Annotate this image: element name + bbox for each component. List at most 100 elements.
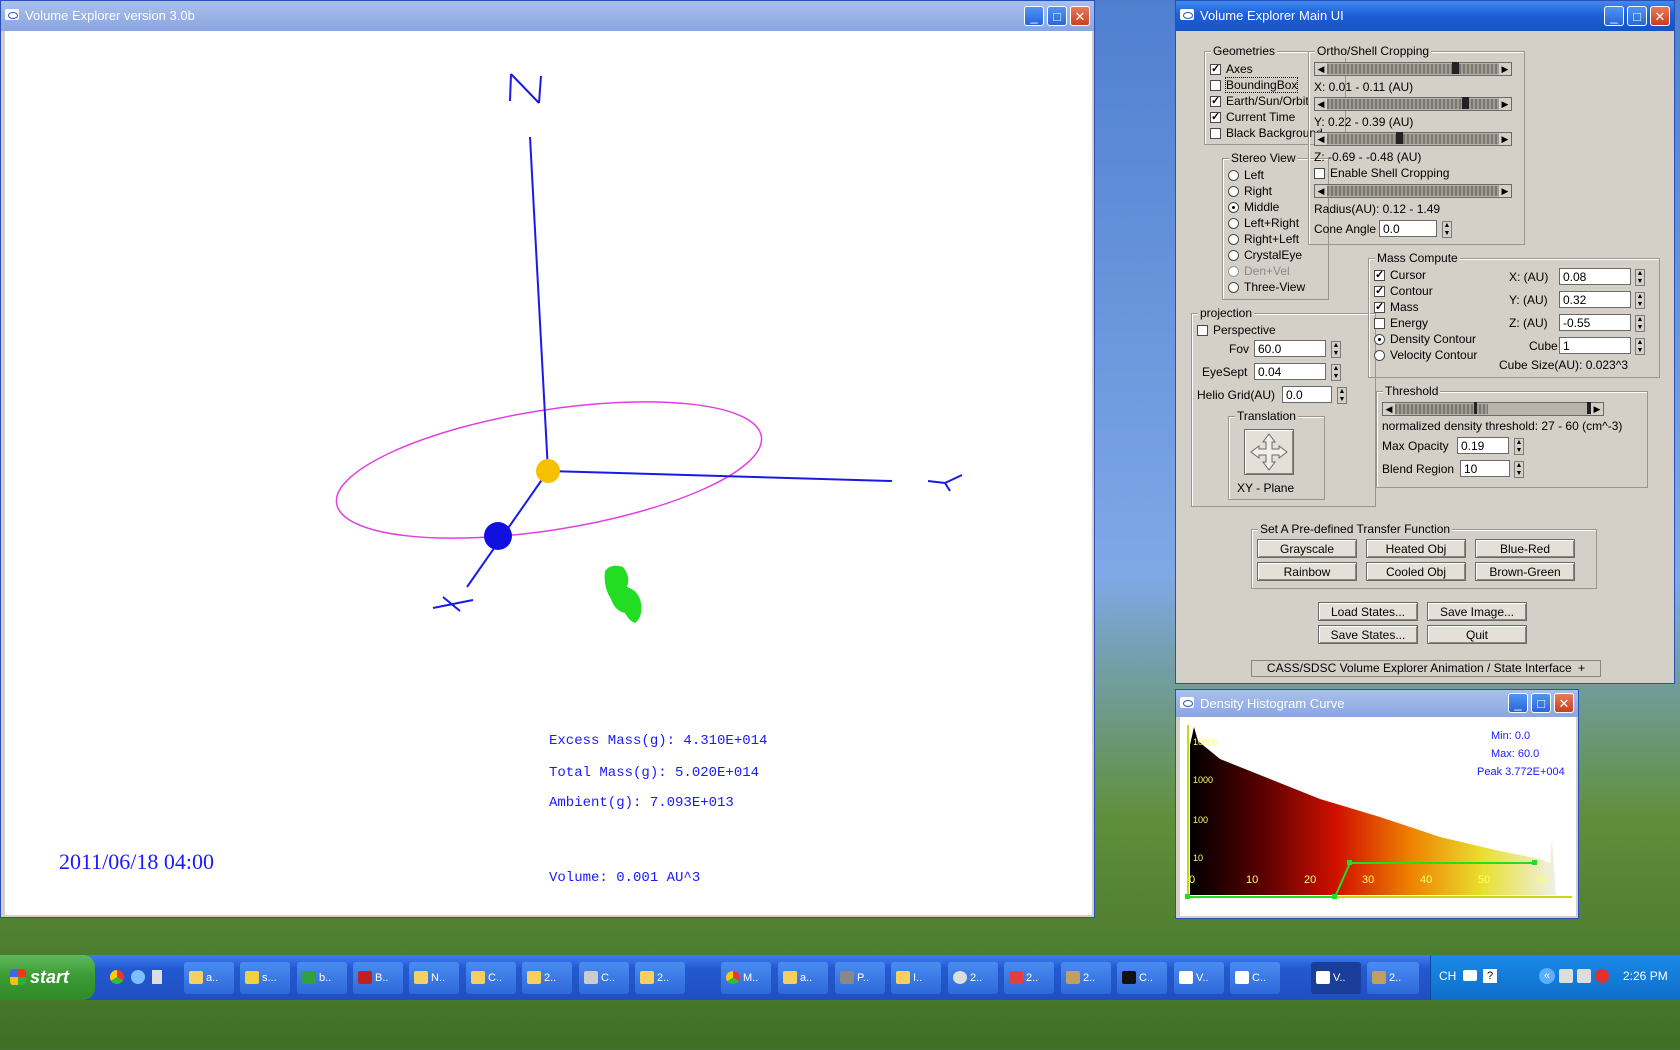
- start-button[interactable]: start: [0, 955, 95, 1000]
- slider-left-arrow-icon[interactable]: ◀: [1315, 133, 1327, 145]
- eyesept-spinner[interactable]: ▲ ▼: [1331, 364, 1341, 381]
- checkbox-energy[interactable]: Energy: [1374, 316, 1428, 330]
- mass-y-field[interactable]: 0.32: [1559, 291, 1631, 308]
- mass-y-spinner[interactable]: ▲ ▼: [1635, 292, 1645, 309]
- quit-button[interactable]: Quit: [1427, 625, 1527, 644]
- slider-right-arrow-icon[interactable]: ▶: [1499, 63, 1511, 75]
- slider-left-arrow-icon[interactable]: ◀: [1315, 185, 1327, 197]
- histogram-canvas[interactable]: 10000 1000 100 10 0 10 20 30 40 50 60 Mi…: [1180, 717, 1576, 916]
- taskbar-item-folder[interactable]: I..: [891, 962, 941, 994]
- save-image-button[interactable]: Save Image...: [1427, 602, 1527, 621]
- checkbox-earth-sun-orbit[interactable]: Earth/Sun/Orbit: [1210, 94, 1309, 108]
- expand-plus-icon[interactable]: +: [1578, 661, 1585, 675]
- radio-icon[interactable]: [1228, 186, 1239, 197]
- animation-interface-bar[interactable]: CASS/SDSC Volume Explorer Animation / St…: [1251, 660, 1601, 677]
- save-states-button[interactable]: Save States...: [1318, 625, 1418, 644]
- slider-right-arrow-icon[interactable]: ▶: [1499, 185, 1511, 197]
- checkbox-icon[interactable]: [1374, 300, 1385, 313]
- radio-left[interactable]: Left: [1228, 168, 1264, 182]
- radio-icon[interactable]: [1374, 334, 1385, 345]
- taskbar-item-folder[interactable]: 2..: [522, 962, 572, 994]
- checkbox-icon[interactable]: [1374, 268, 1385, 281]
- minimize-button[interactable]: _: [1024, 6, 1044, 26]
- eyesept-field[interactable]: 0.04: [1254, 363, 1326, 380]
- main-ui-titlebar[interactable]: Volume Explorer Main UI _ □ ✕: [1176, 1, 1674, 31]
- maximize-button[interactable]: □: [1627, 6, 1647, 26]
- radio-velocity-contour[interactable]: Velocity Contour: [1374, 348, 1477, 362]
- checkbox-cursor[interactable]: Cursor: [1374, 268, 1426, 282]
- blue-red-button[interactable]: Blue-Red: [1475, 539, 1575, 558]
- checkbox-mass[interactable]: Mass: [1374, 300, 1419, 314]
- tray-app-icon[interactable]: [1559, 969, 1573, 983]
- taskbar-item-app[interactable]: P..: [835, 962, 885, 994]
- taskbar-item-filezilla[interactable]: B..: [353, 962, 403, 994]
- grayscale-button[interactable]: Grayscale: [1257, 539, 1357, 558]
- slider-left-arrow-icon[interactable]: ◀: [1315, 63, 1327, 75]
- cone-angle-field[interactable]: 0.0: [1379, 220, 1437, 237]
- radio-density-contour[interactable]: Density Contour: [1374, 332, 1476, 346]
- helio-grid-field[interactable]: 0.0: [1282, 386, 1332, 403]
- radius-crop-slider[interactable]: ◀ ▶: [1314, 184, 1512, 198]
- taskbar-item-app[interactable]: C..: [1230, 962, 1280, 994]
- blend-region-field[interactable]: 10: [1460, 460, 1510, 477]
- checkbox-axes[interactable]: Axes: [1210, 62, 1253, 76]
- cone-angle-spinner[interactable]: ▲ ▼: [1442, 221, 1452, 238]
- keyboard-icon[interactable]: [1463, 970, 1477, 981]
- mass-x-field[interactable]: 0.08: [1559, 268, 1631, 285]
- tray-shield-icon[interactable]: [1595, 969, 1609, 983]
- visualizer-titlebar[interactable]: Volume Explorer version 3.0b _ □ ✕: [1, 1, 1094, 31]
- histogram-titlebar[interactable]: Density Histogram Curve _ □ ✕: [1176, 690, 1578, 717]
- radio-icon[interactable]: [1228, 234, 1239, 245]
- language-indicator[interactable]: CH: [1439, 969, 1456, 983]
- taskbar-item-app[interactable]: b..: [297, 962, 347, 994]
- y-crop-slider[interactable]: ◀ ▶: [1314, 97, 1512, 111]
- checkbox-enable-shell[interactable]: Enable Shell Cropping: [1314, 166, 1449, 180]
- maximize-button[interactable]: □: [1047, 6, 1067, 26]
- taskbar-item-folder[interactable]: a..: [778, 962, 828, 994]
- taskbar-item-app[interactable]: 2..: [1004, 962, 1054, 994]
- max-opacity-field[interactable]: 0.19: [1457, 437, 1509, 454]
- clock[interactable]: 2:26 PM: [1623, 969, 1668, 983]
- close-button[interactable]: ✕: [1070, 6, 1090, 26]
- taskbar-item-folder[interactable]: 2..: [635, 962, 685, 994]
- radio-right[interactable]: Right: [1228, 184, 1272, 198]
- expand-tray-icon[interactable]: «: [1539, 968, 1555, 984]
- quicklaunch-chrome-icon[interactable]: [110, 970, 124, 984]
- heated-obj-button[interactable]: Heated Obj: [1366, 539, 1466, 558]
- help-icon[interactable]: ?: [1483, 969, 1497, 983]
- close-button[interactable]: ✕: [1554, 693, 1574, 713]
- checkbox-icon[interactable]: [1210, 94, 1221, 107]
- taskbar-item-app[interactable]: C..: [579, 962, 629, 994]
- slider-track[interactable]: [1327, 99, 1499, 109]
- slider-thumb[interactable]: [1474, 402, 1478, 414]
- mass-z-spinner[interactable]: ▲ ▼: [1635, 315, 1645, 332]
- x-crop-slider[interactable]: ◀ ▶: [1314, 62, 1512, 76]
- slider-left-arrow-icon[interactable]: ◀: [1383, 403, 1395, 415]
- checkbox-boundingbox[interactable]: BoundingBox: [1210, 77, 1299, 93]
- load-states-button[interactable]: Load States...: [1318, 602, 1418, 621]
- checkbox-icon[interactable]: [1197, 325, 1208, 336]
- close-button[interactable]: ✕: [1650, 6, 1670, 26]
- checkbox-perspective[interactable]: Perspective: [1197, 323, 1276, 337]
- checkbox-icon[interactable]: [1210, 62, 1221, 75]
- brown-green-button[interactable]: Brown-Green: [1475, 562, 1575, 581]
- slider-left-arrow-icon[interactable]: ◀: [1315, 98, 1327, 110]
- blend-region-spinner[interactable]: ▲ ▼: [1514, 461, 1524, 478]
- taskbar-item-app[interactable]: s...: [240, 962, 290, 994]
- radio-three-view[interactable]: Three-View: [1228, 280, 1305, 294]
- taskbar-item-app[interactable]: 2..: [1061, 962, 1111, 994]
- radio-right-left[interactable]: Right+Left: [1228, 232, 1299, 246]
- checkbox-icon[interactable]: [1210, 110, 1221, 123]
- checkbox-black-background[interactable]: Black Background: [1210, 126, 1323, 140]
- taskbar-item-folder[interactable]: a..: [184, 962, 234, 994]
- tray-app-icon[interactable]: [1577, 969, 1591, 983]
- radio-left-right[interactable]: Left+Right: [1228, 216, 1299, 230]
- taskbar-item-folder[interactable]: C..: [466, 962, 516, 994]
- slider-right-arrow-icon[interactable]: ▶: [1499, 98, 1511, 110]
- checkbox-contour[interactable]: Contour: [1374, 284, 1433, 298]
- render-canvas[interactable]: Excess Mass(g): 4.310E+014 Total Mass(g)…: [5, 31, 1092, 915]
- mass-x-spinner[interactable]: ▲ ▼: [1635, 269, 1645, 286]
- fov-spinner[interactable]: ▲ ▼: [1331, 341, 1341, 358]
- radio-crystaleye[interactable]: CrystalEye: [1228, 248, 1302, 262]
- slider-track[interactable]: [1327, 64, 1499, 74]
